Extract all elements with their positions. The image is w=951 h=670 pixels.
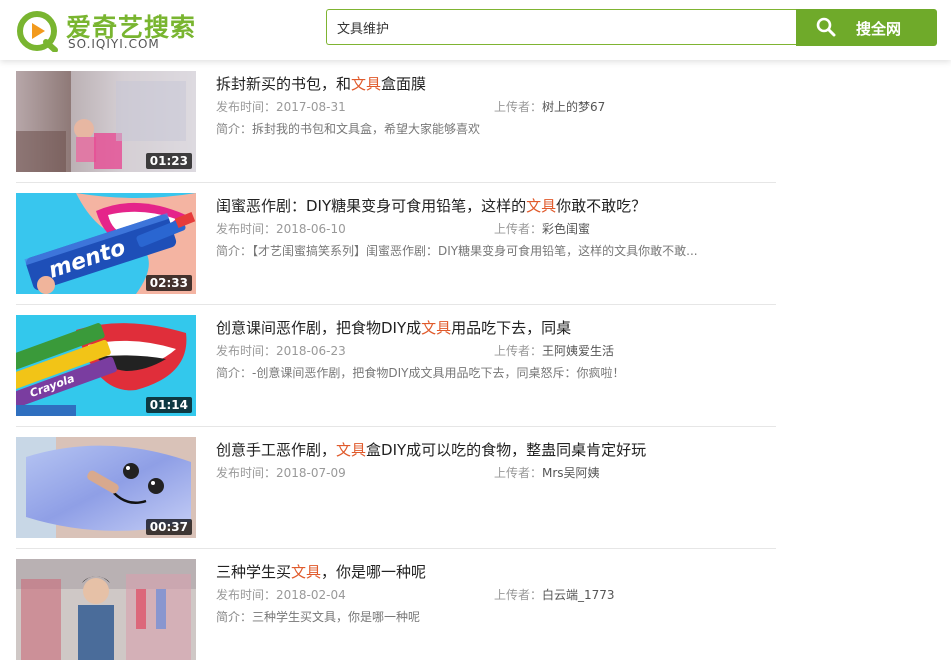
video-result-item: Crayola 01:14 创意课间恶作剧，把食物DIY成文具用品吃下去，同桌 … (16, 305, 776, 427)
video-meta: 发布时间：2018-06-10 上传者：彩色闺蜜 (216, 220, 776, 240)
video-title-text: 盒DIY成可以吃的食物，整蛊同桌肯定好玩 (366, 441, 647, 459)
video-title[interactable]: 创意课间恶作剧，把食物DIY成文具用品吃下去，同桌 (216, 317, 776, 339)
video-thumbnail[interactable]: 01:23 (16, 71, 196, 172)
uploader-name-link[interactable]: Mrs吴阿姨 (542, 466, 600, 480)
search-input[interactable] (327, 10, 796, 44)
publish-date-value: 2018-06-23 (276, 344, 346, 358)
video-title-text: 三种学生买 (216, 563, 292, 581)
uploader-label: 上传者： (494, 588, 543, 602)
publish-date-label: 发布时间： (216, 344, 277, 358)
search-icon (816, 17, 836, 37)
description-text: 拆封我的书包和文具盒，希望大家能够喜欢 (252, 122, 481, 136)
video-thumbnail-image (16, 559, 196, 660)
search-header: 爱奇艺搜索 SO.IQIYI.COM 搜全网 (0, 0, 951, 60)
video-result-item: 01:23 拆封新买的书包，和文具盒面膜 发布时间：2017-08-31 上传者… (16, 61, 776, 183)
uploader: 上传者：白云端_1773 (494, 586, 615, 603)
video-duration: 00:37 (145, 519, 192, 535)
search-all-button-label: 搜全网 (856, 20, 902, 38)
uploader-label: 上传者： (494, 222, 543, 236)
uploader-label: 上传者： (494, 466, 543, 480)
description-label: 简介： (216, 610, 253, 624)
video-title-highlight: 文具 (291, 563, 322, 581)
uploader-label: 上传者： (494, 100, 543, 114)
video-title[interactable]: 三种学生买文具，你是哪一种呢 (216, 561, 776, 583)
video-duration: 01:23 (145, 153, 192, 169)
logo-subtext: SO.IQIYI.COM (68, 37, 160, 51)
video-thumbnail[interactable]: 00:37 (16, 437, 196, 538)
video-title-highlight: 文具 (351, 75, 382, 93)
publish-date: 发布时间：2017-08-31 (216, 98, 346, 115)
video-description: 简介：拆封我的书包和文具盒，希望大家能够喜欢 (216, 120, 706, 137)
uploader: 上传者：Mrs吴阿姨 (494, 464, 600, 481)
video-info: 拆封新买的书包，和文具盒面膜 发布时间：2017-08-31 上传者：树上的梦6… (216, 73, 776, 137)
publish-date-value: 2017-08-31 (276, 100, 346, 114)
video-title-highlight: 文具 (421, 319, 452, 337)
description-text: 【才艺闺蜜搞笑系列】闺蜜恶作剧：DIY糖果变身可食用铅笔，这样的文具你敢不敢..… (252, 244, 698, 258)
iqiyi-logo-icon (17, 11, 58, 52)
description-label: 简介： (216, 366, 253, 380)
uploader-label: 上传者： (494, 344, 543, 358)
video-info: 创意课间恶作剧，把食物DIY成文具用品吃下去，同桌 发布时间：2018-06-2… (216, 317, 776, 381)
video-info: 闺蜜恶作剧：DIY糖果变身可食用铅笔，这样的文具你敢不敢吃？ 发布时间：2018… (216, 195, 776, 259)
publish-date-label: 发布时间： (216, 100, 277, 114)
publish-date: 发布时间：2018-07-09 (216, 464, 346, 481)
uploader: 上传者：彩色闺蜜 (494, 220, 590, 237)
video-result-list: 01:23 拆封新买的书包，和文具盒面膜 发布时间：2017-08-31 上传者… (16, 61, 776, 670)
video-title-highlight: 文具 (336, 441, 367, 459)
search-all-button[interactable]: 搜全网 (796, 9, 937, 46)
description-text: 三种学生买文具，你是哪一种呢 (252, 610, 421, 624)
video-meta: 发布时间：2018-07-09 上传者：Mrs吴阿姨 (216, 464, 776, 484)
video-description: 简介：三种学生买文具，你是哪一种呢 (216, 608, 706, 625)
video-title-text: 闺蜜恶作剧：DIY糖果变身可食用铅笔，这样的 (216, 197, 527, 215)
video-info: 创意手工恶作剧，文具盒DIY成可以吃的食物，整蛊同桌肯定好玩 发布时间：2018… (216, 439, 776, 484)
publish-date: 发布时间：2018-06-10 (216, 220, 346, 237)
video-title[interactable]: 拆封新买的书包，和文具盒面膜 (216, 73, 776, 95)
video-title-text: 创意课间恶作剧，把食物DIY成 (216, 319, 422, 337)
description-label: 简介： (216, 244, 253, 258)
video-result-item: mento 02:33 闺蜜恶作剧：DIY糖果变身可食用铅笔，这样的文具你敢不敢… (16, 183, 776, 305)
video-duration: 01:14 (145, 397, 192, 413)
video-title-text: 用品吃下去，同桌 (451, 319, 572, 337)
uploader-name-link[interactable]: 彩色闺蜜 (542, 222, 590, 236)
video-result-item: 00:37 创意手工恶作剧，文具盒DIY成可以吃的食物，整蛊同桌肯定好玩 发布时… (16, 427, 776, 549)
publish-date-label: 发布时间： (216, 588, 277, 602)
uploader: 上传者：王阿姨爱生活 (494, 342, 614, 359)
video-thumbnail[interactable]: Crayola 01:14 (16, 315, 196, 416)
video-title[interactable]: 创意手工恶作剧，文具盒DIY成可以吃的食物，整蛊同桌肯定好玩 (216, 439, 776, 461)
description-text: -创意课间恶作剧，把食物DIY成文具用品吃下去，同桌怒斥：你疯啦！ (252, 366, 625, 380)
uploader-name-link[interactable]: 白云端_1773 (542, 588, 615, 602)
video-thumbnail[interactable] (16, 559, 196, 660)
video-title-highlight: 文具 (526, 197, 557, 215)
uploader-name-link[interactable]: 王阿姨爱生活 (542, 344, 614, 358)
video-description: 简介：【才艺闺蜜搞笑系列】闺蜜恶作剧：DIY糖果变身可食用铅笔，这样的文具你敢不… (216, 242, 706, 259)
video-description: 简介：-创意课间恶作剧，把食物DIY成文具用品吃下去，同桌怒斥：你疯啦！ (216, 364, 706, 381)
video-result-item: 三种学生买文具，你是哪一种呢 发布时间：2018-02-04 上传者：白云端_1… (16, 549, 776, 670)
publish-date-label: 发布时间： (216, 466, 277, 480)
publish-date-label: 发布时间： (216, 222, 277, 236)
video-thumbnail[interactable]: mento 02:33 (16, 193, 196, 294)
publish-date-value: 2018-07-09 (276, 466, 346, 480)
video-title-text: ，你是哪一种呢 (321, 563, 427, 581)
video-title-text: 你敢不敢吃？ (556, 197, 647, 215)
iqiyi-search-logo[interactable]: 爱奇艺搜索 SO.IQIYI.COM (14, 4, 195, 54)
uploader-name-link[interactable]: 树上的梦67 (542, 100, 605, 114)
video-meta: 发布时间：2018-06-23 上传者：王阿姨爱生活 (216, 342, 776, 362)
video-meta: 发布时间：2017-08-31 上传者：树上的梦67 (216, 98, 776, 118)
description-label: 简介： (216, 122, 253, 136)
publish-date: 发布时间：2018-06-23 (216, 342, 346, 359)
video-meta: 发布时间：2018-02-04 上传者：白云端_1773 (216, 586, 776, 606)
video-duration: 02:33 (145, 275, 192, 291)
video-title-text: 创意手工恶作剧， (216, 441, 337, 459)
video-info: 三种学生买文具，你是哪一种呢 发布时间：2018-02-04 上传者：白云端_1… (216, 561, 776, 625)
search-box (326, 9, 796, 45)
publish-date-value: 2018-02-04 (276, 588, 346, 602)
video-title[interactable]: 闺蜜恶作剧：DIY糖果变身可食用铅笔，这样的文具你敢不敢吃？ (216, 195, 776, 217)
uploader: 上传者：树上的梦67 (494, 98, 605, 115)
publish-date-value: 2018-06-10 (276, 222, 346, 236)
video-title-text: 拆封新买的书包，和 (216, 75, 352, 93)
video-title-text: 盒面膜 (381, 75, 427, 93)
publish-date: 发布时间：2018-02-04 (216, 586, 346, 603)
